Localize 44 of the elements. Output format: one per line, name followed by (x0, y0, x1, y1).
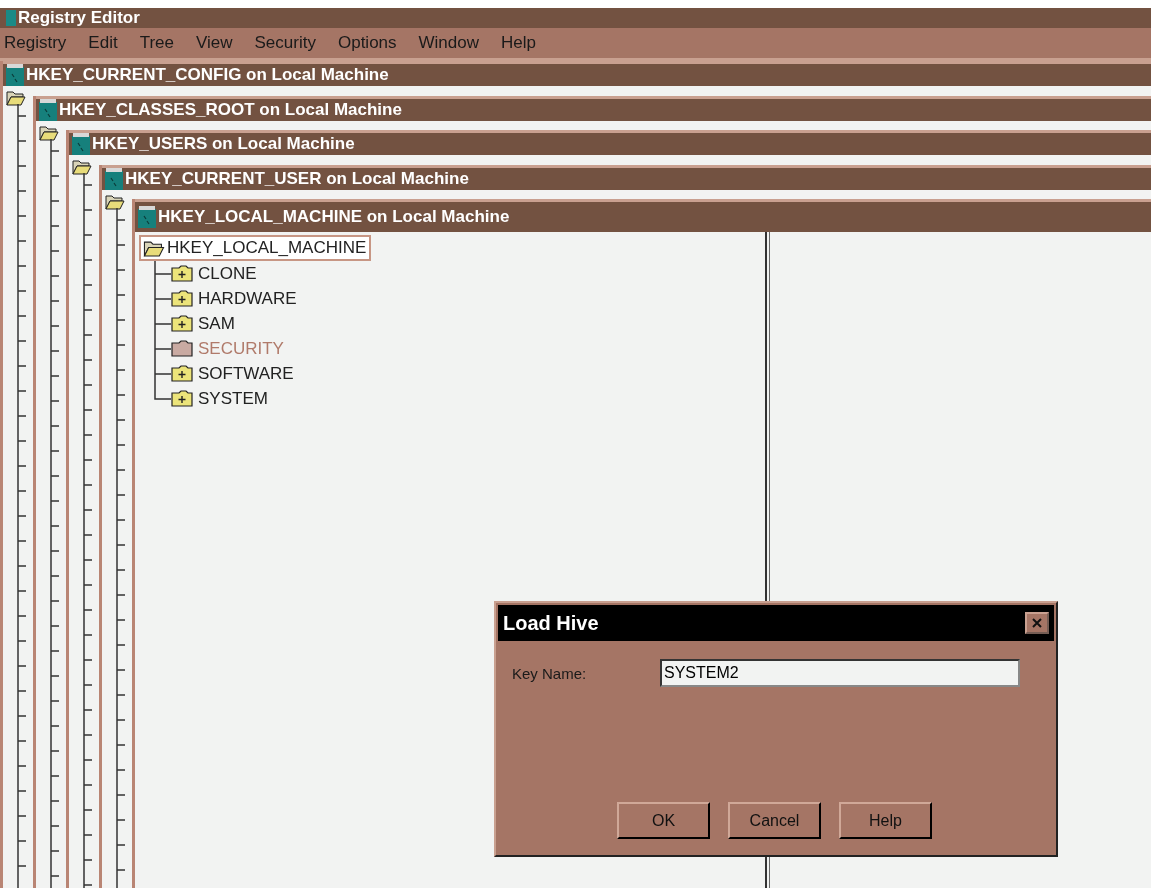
tree-connector-drawing (153, 311, 171, 337)
open-folder-icon (39, 124, 59, 141)
menu-item[interactable]: Security (254, 33, 316, 53)
close-button[interactable] (1025, 612, 1049, 634)
open-folder-icon (72, 159, 92, 176)
key-name[interactable]: CLONE (198, 263, 257, 284)
menu-item[interactable]: Edit (88, 33, 118, 53)
tree-connector-drawing (153, 286, 171, 312)
dialog-button[interactable]: Help (839, 802, 932, 839)
key-name: HKEY_LOCAL_MACHINE (167, 238, 367, 259)
open-folder-icon (105, 193, 125, 210)
key-name[interactable]: SAM (198, 313, 235, 334)
tree-connector-drawing (153, 261, 171, 287)
registry-window-icon (138, 206, 156, 229)
key-name[interactable]: SYSTEM (198, 388, 268, 409)
registry-window-icon (105, 167, 123, 190)
child-window-title: HKEY_USERS on Local Machine (92, 134, 355, 155)
open-folder-icon (6, 90, 26, 106)
close-icon (1031, 617, 1043, 629)
dialog-button[interactable]: Cancel (728, 802, 821, 839)
menu-item[interactable]: Registry (4, 33, 67, 53)
open-folder-icon (143, 239, 165, 257)
dialog-button[interactable]: OK (617, 802, 710, 839)
child-window-title: HKEY_CURRENT_CONFIG on Local Machine (26, 65, 389, 85)
tree-connector-drawing (153, 336, 171, 362)
registry-window-icon (72, 133, 90, 156)
window-title: Registry Editor (18, 8, 140, 28)
menu-item[interactable]: Window (418, 33, 479, 53)
child-window-title: HKEY_CURRENT_USER on Local Machine (125, 168, 469, 189)
field-label: Key Name: (512, 664, 588, 682)
registry-window-icon (39, 98, 57, 121)
menu-item[interactable]: View (196, 33, 233, 53)
key-name[interactable]: SOFTWARE (198, 363, 294, 384)
dialog-title: Load Hive (503, 611, 599, 635)
menu-item[interactable]: Help (501, 33, 536, 53)
key-name-field[interactable]: SYSTEM2 (660, 659, 1020, 687)
app-icon (6, 10, 16, 26)
registry-window-icon (6, 64, 24, 86)
key-name[interactable]: HARDWARE (198, 288, 297, 309)
child-window-title: HKEY_LOCAL_MACHINE on Local Machine (158, 207, 510, 228)
menu-item[interactable]: Options (337, 33, 397, 53)
registry-key-node[interactable]: HKEY_LOCAL_MACHINE (139, 235, 372, 262)
menu-item[interactable]: Tree (139, 33, 174, 53)
child-window-title: HKEY_CLASSES_ROOT on Local Machine (59, 99, 402, 120)
